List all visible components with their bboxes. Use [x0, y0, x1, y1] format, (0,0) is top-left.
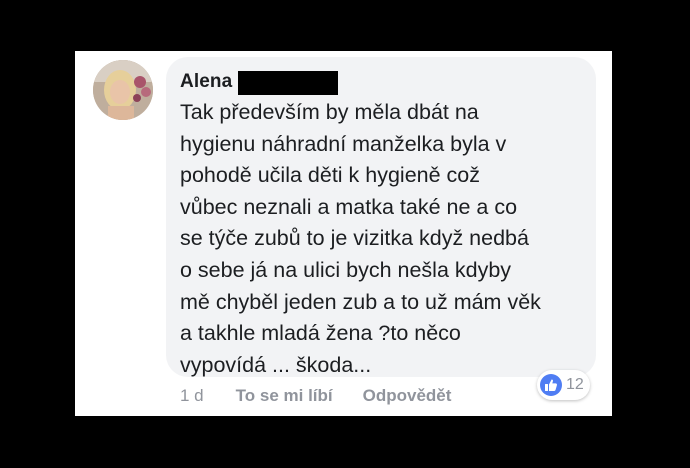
redaction-bar	[238, 71, 339, 95]
comment-bubble: Alena Tak především by měla dbát na hygi…	[166, 57, 596, 377]
comment-actions: 1 d To se mi líbí Odpovědět	[180, 384, 451, 408]
comment-timestamp[interactable]: 1 d	[180, 386, 204, 406]
reaction-summary[interactable]: 12	[537, 370, 590, 400]
avatar[interactable]	[93, 60, 153, 120]
comment-text: Tak především by měla dbát na hygienu ná…	[180, 100, 541, 377]
author-name[interactable]: Alena	[180, 71, 232, 93]
reaction-count: 12	[566, 376, 584, 393]
author-row: Alena	[180, 69, 339, 95]
reply-button[interactable]: Odpovědět	[363, 386, 452, 406]
like-button[interactable]: To se mi líbí	[236, 386, 333, 406]
thumbs-up-icon	[540, 374, 562, 396]
comment-card: Alena Tak především by měla dbát na hygi…	[75, 51, 612, 416]
